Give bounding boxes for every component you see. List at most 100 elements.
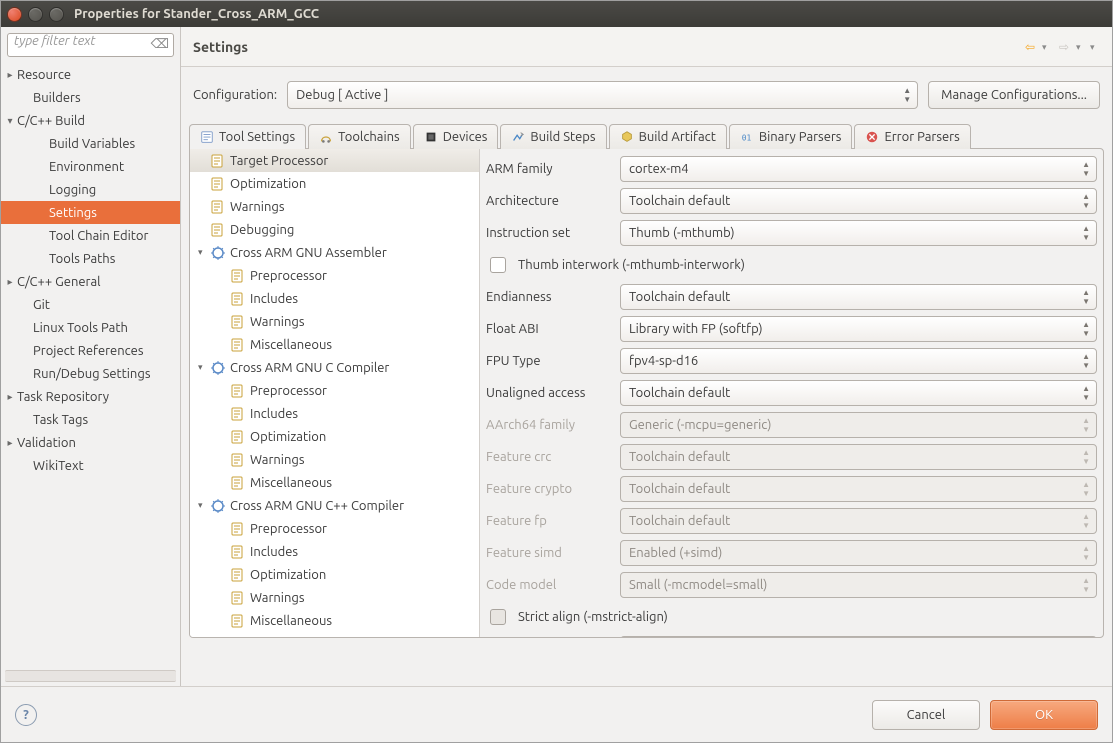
tab-tool-settings[interactable]: Tool Settings	[189, 124, 306, 149]
tool-item-preprocessor[interactable]: Preprocessor	[190, 379, 479, 402]
tool-item-miscellaneous[interactable]: Miscellaneous	[190, 471, 479, 494]
tab-label: Tool Settings	[219, 130, 295, 144]
tool-item-debugging[interactable]: Debugging	[190, 218, 479, 241]
select-instruction-set[interactable]: Thumb (-mthumb)▲▼	[620, 220, 1097, 246]
tool-item-cross-arm-gnu-assembler[interactable]: ▾Cross ARM GNU Assembler	[190, 241, 479, 264]
select-value: Small (-mcmodel=small)	[629, 578, 767, 592]
tool-item-target-processor[interactable]: Target Processor	[190, 149, 479, 172]
ok-button[interactable]: OK	[990, 700, 1098, 730]
field-label: Feature crypto	[486, 482, 612, 496]
tab-binary-parsers[interactable]: 01Binary Parsers	[729, 124, 853, 149]
nav-label: Tool Chain Editor	[49, 229, 148, 243]
nav-item-linux-tools-path[interactable]: Linux Tools Path	[1, 316, 180, 339]
nav-item-environment[interactable]: Environment	[1, 155, 180, 178]
clear-filter-icon[interactable]: ⌫	[151, 37, 169, 52]
nav-item-settings[interactable]: Settings	[1, 201, 180, 224]
nav-item-task-repository[interactable]: ▸Task Repository	[1, 385, 180, 408]
tab-toolchains[interactable]: Toolchains	[308, 124, 411, 149]
window-maximize-icon[interactable]	[49, 7, 64, 22]
cancel-button[interactable]: Cancel	[872, 700, 980, 730]
nav-item-git[interactable]: Git	[1, 293, 180, 316]
field-label: ARM family	[486, 162, 612, 176]
tool-item-optimization[interactable]: Optimization	[190, 563, 479, 586]
filter-input[interactable]: type filter text ⌫	[7, 33, 174, 57]
page-icon	[230, 544, 250, 560]
tool-item-warnings[interactable]: Warnings	[190, 310, 479, 333]
tab-build-artifact[interactable]: Build Artifact	[609, 124, 727, 149]
tab-label: Devices	[443, 130, 488, 144]
tool-item-optimization[interactable]: Optimization	[190, 425, 479, 448]
tool-item-preprocessor[interactable]: Preprocessor	[190, 264, 479, 287]
checkbox-strict-align-mstrict-align-	[490, 609, 506, 625]
select-endianness[interactable]: Toolchain default▲▼	[620, 284, 1097, 310]
select-updown-icon: ▲▼	[1082, 320, 1090, 338]
nav-item-builders[interactable]: Builders	[1, 86, 180, 109]
nav-item-c-c-build[interactable]: ▾C/C++ Build	[1, 109, 180, 132]
nav-forward-icon[interactable]: ⇨	[1056, 39, 1072, 55]
nav-forward-menu-icon[interactable]: ▾	[1076, 42, 1086, 52]
field-feature-crc: Feature crcToolchain default▲▼	[486, 441, 1097, 473]
tool-item-warnings[interactable]: Warnings	[190, 448, 479, 471]
select-arm-family[interactable]: cortex-m4▲▼	[620, 156, 1097, 182]
nav-item-wikitext[interactable]: WikiText	[1, 454, 180, 477]
nav-item-resource[interactable]: ▸Resource	[1, 63, 180, 86]
tab-devices[interactable]: Devices	[413, 124, 499, 149]
window-minimize-icon[interactable]	[28, 7, 43, 22]
tool-item-cross-arm-gnu-c-compiler[interactable]: ▾Cross ARM GNU C++ Compiler	[190, 494, 479, 517]
tab-label: Build Steps	[530, 130, 595, 144]
tab-build-steps[interactable]: Build Steps	[500, 124, 606, 149]
tool-item-miscellaneous[interactable]: Miscellaneous	[190, 609, 479, 632]
nav-item-tools-paths[interactable]: Tools Paths	[1, 247, 180, 270]
select-updown-icon: ▲▼	[1082, 480, 1090, 498]
nav-label: Task Repository	[17, 390, 109, 404]
tool-item-includes[interactable]: Includes	[190, 540, 479, 563]
input-other-target-flags[interactable]	[620, 636, 1097, 637]
select-updown-icon: ▲▼	[1082, 160, 1090, 178]
select-fpu-type[interactable]: fpv4-sp-d16▲▼	[620, 348, 1097, 374]
nav-back-icon[interactable]: ⇦	[1022, 39, 1038, 55]
view-menu-icon[interactable]: ▾	[1090, 42, 1100, 52]
nav-back-menu-icon[interactable]: ▾	[1042, 42, 1052, 52]
tool-item-miscellaneous[interactable]: Miscellaneous	[190, 333, 479, 356]
nav-item-task-tags[interactable]: Task Tags	[1, 408, 180, 431]
tool-label: Preprocessor	[250, 522, 327, 536]
select-value: Toolchain default	[629, 386, 730, 400]
select-updown-icon: ▲▼	[1082, 448, 1090, 466]
tool-label: Warnings	[230, 200, 285, 214]
nav-label: Logging	[49, 183, 96, 197]
select-feature-crc: Toolchain default▲▼	[620, 444, 1097, 470]
manage-configurations-button[interactable]: Manage Configurations...	[928, 81, 1100, 109]
window-close-icon[interactable]	[7, 7, 22, 22]
select-updown-icon: ▲▼	[1082, 224, 1090, 242]
nav-item-logging[interactable]: Logging	[1, 178, 180, 201]
nav-label: Build Variables	[49, 137, 135, 151]
page-icon	[210, 199, 230, 215]
sidebar-scrollbar[interactable]	[5, 670, 176, 682]
settings-form: ARM familycortex-m4▲▼ArchitectureToolcha…	[480, 149, 1103, 637]
select-unaligned-access[interactable]: Toolchain default▲▼	[620, 380, 1097, 406]
select-float-abi[interactable]: Library with FP (softfp)▲▼	[620, 316, 1097, 342]
nav-item-validation[interactable]: ▸Validation	[1, 431, 180, 454]
tool-item-includes[interactable]: Includes	[190, 402, 479, 425]
disclosure-icon: ▾	[198, 247, 210, 258]
page-icon	[230, 314, 250, 330]
nav-item-project-references[interactable]: Project References	[1, 339, 180, 362]
nav-item-c-c-general[interactable]: ▸C/C++ General	[1, 270, 180, 293]
nav-item-build-variables[interactable]: Build Variables	[1, 132, 180, 155]
tool-item-includes[interactable]: Includes	[190, 287, 479, 310]
tool-item-warnings[interactable]: Warnings	[190, 586, 479, 609]
select-value: Generic (-mcpu=generic)	[629, 418, 771, 432]
tool-item-warnings[interactable]: Warnings	[190, 195, 479, 218]
select-architecture[interactable]: Toolchain default▲▼	[620, 188, 1097, 214]
tool-item-optimization[interactable]: Optimization	[190, 172, 479, 195]
nav-item-run-debug-settings[interactable]: Run/Debug Settings	[1, 362, 180, 385]
checkbox-thumb-interwork-mthumb-interwork-[interactable]	[490, 257, 506, 273]
configuration-select[interactable]: Debug [ Active ] ▲▼	[287, 81, 918, 109]
tab-strip: Tool Settings Toolchains Devices Build Step…	[181, 123, 1112, 148]
tool-label: Optimization	[250, 568, 326, 582]
tab-error-parsers[interactable]: Error Parsers	[854, 124, 970, 149]
nav-item-tool-chain-editor[interactable]: Tool Chain Editor	[1, 224, 180, 247]
help-icon[interactable]: ?	[15, 704, 37, 726]
tool-item-preprocessor[interactable]: Preprocessor	[190, 517, 479, 540]
tool-item-cross-arm-gnu-c-compiler[interactable]: ▾Cross ARM GNU C Compiler	[190, 356, 479, 379]
